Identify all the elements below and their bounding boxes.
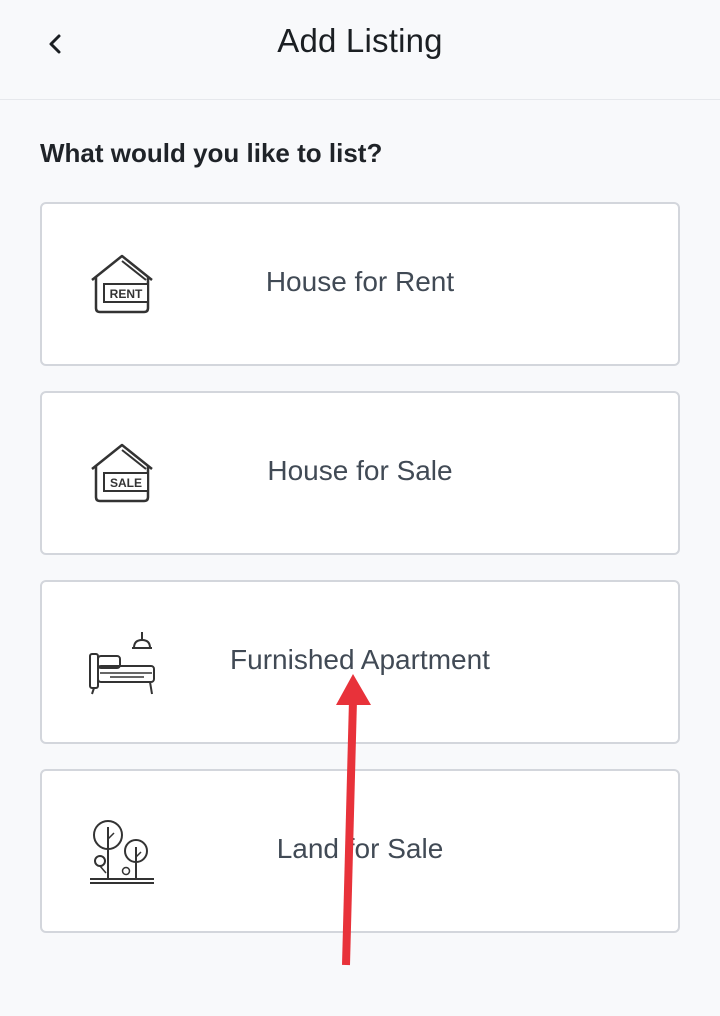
option-label: Furnished Apartment: [230, 644, 490, 675]
option-house-for-rent[interactable]: RENT House for Rent: [40, 202, 680, 366]
page-title: Add Listing: [277, 22, 443, 59]
option-land-for-sale[interactable]: Land for Sale: [40, 769, 680, 933]
option-house-for-sale[interactable]: SALE House for Sale: [40, 391, 680, 555]
option-label: Land for Sale: [276, 833, 444, 864]
header-bar: Add Listing: [0, 0, 720, 100]
option-furnished-apartment[interactable]: Furnished Apartment: [40, 580, 680, 744]
option-label: House for Sale: [267, 455, 453, 486]
option-label: House for Rent: [265, 266, 455, 297]
question-heading: What would you like to list?: [40, 138, 383, 168]
